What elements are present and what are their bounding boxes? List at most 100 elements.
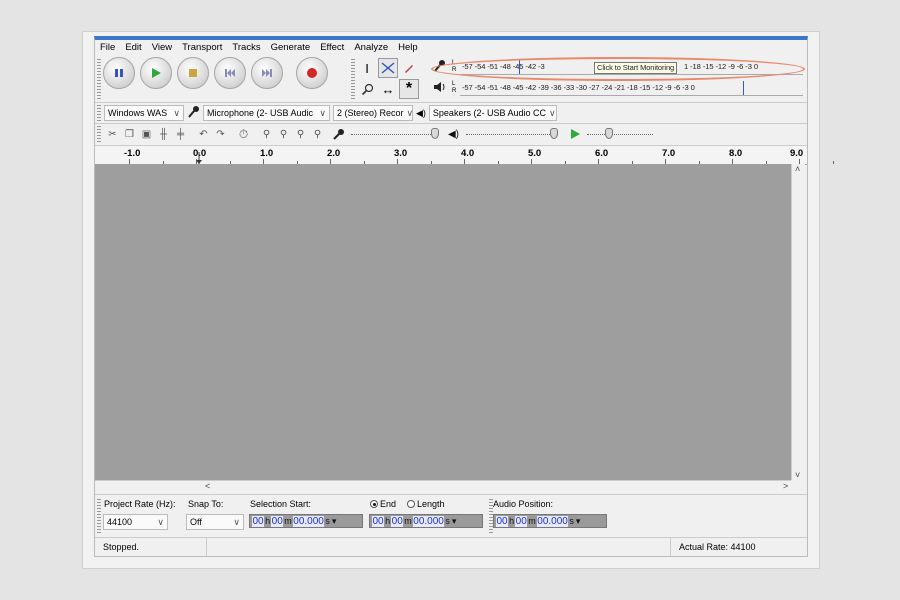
zoom-in-icon[interactable]: ⚲ [258, 126, 275, 143]
menu-tracks[interactable]: Tracks [227, 40, 265, 56]
project-rate-select[interactable]: 44100 ∨ [103, 514, 168, 530]
fit-project-icon[interactable]: ⚲ [309, 126, 326, 143]
redo-icon[interactable]: ↷ [212, 126, 229, 143]
fit-selection-icon[interactable]: ⚲ [292, 126, 309, 143]
playback-channel-labels: LR [452, 81, 460, 95]
radio-empty-icon [407, 500, 415, 508]
menu-generate[interactable]: Generate [266, 40, 316, 56]
playback-volume-slider[interactable] [466, 128, 558, 140]
recording-meter[interactable]: LR -57 -54 -51 -48 -45 -42 -3 1 -18 -15 … [428, 58, 803, 76]
skip-to-end-icon [262, 69, 272, 77]
playhead-marker[interactable] [195, 152, 203, 164]
device-toolbar: Windows WAS ∨ Microphone (2- USB Audic ∨ 2… [95, 102, 807, 124]
cut-icon[interactable]: ✂ [104, 126, 121, 143]
scroll-down-icon[interactable]: ˅ [795, 470, 800, 480]
scroll-left-icon[interactable]: < [205, 481, 210, 491]
sync-lock-icon[interactable]: ⏱ [235, 126, 252, 143]
selection-end-time[interactable]: 00 h 00 m 00.000 s ▾ [369, 514, 483, 528]
slider-thumb[interactable] [605, 128, 613, 139]
paste-icon[interactable]: ▣ [138, 126, 155, 143]
menu-effect[interactable]: Effect [315, 40, 349, 56]
copy-icon[interactable]: ❐ [121, 126, 138, 143]
audio-host-select[interactable]: Windows WAS ∨ [104, 105, 184, 121]
minutes-value: 00 [391, 515, 404, 527]
playback-speed-slider[interactable] [587, 128, 653, 140]
microphone-icon [187, 105, 200, 121]
scroll-right-icon[interactable]: > [783, 481, 788, 491]
playback-right-label: R [452, 88, 457, 94]
playback-device-select[interactable]: Speakers (2- USB Audio CC ∨ [428, 105, 557, 121]
audio-position-time[interactable]: 00 h 00 m 00.000 s ▾ [493, 514, 607, 528]
menu-transport[interactable]: Transport [177, 40, 227, 56]
hours-unit: h [509, 516, 515, 526]
pause-button[interactable] [103, 57, 135, 89]
silence-icon[interactable]: ╪ [172, 126, 189, 143]
menu-view[interactable]: View [147, 40, 177, 56]
device-grip[interactable] [97, 105, 101, 121]
ruler-label: 6.0 [595, 148, 609, 159]
skip-to-end-button[interactable] [251, 57, 283, 89]
recording-channels-select[interactable]: 2 (Stereo) Recor ∨ [333, 105, 413, 121]
vertical-scrollbar[interactable]: ˄ ˅ [791, 164, 805, 480]
chevron-down-icon: ∨ [157, 516, 164, 527]
draw-tool[interactable] [399, 58, 419, 78]
edit-grip[interactable] [97, 126, 101, 142]
recording-level-marker [519, 59, 520, 74]
record-button[interactable] [296, 57, 328, 89]
chevron-down-icon: ∨ [548, 107, 556, 118]
multi-tool[interactable]: * [399, 79, 419, 99]
tools-toolbar: I ↔ * [357, 58, 419, 99]
snap-to-label: Snap To: [188, 499, 224, 509]
status-text: Stopped. [95, 538, 207, 556]
envelope-tool[interactable] [378, 58, 398, 78]
playback-left-label: L [452, 81, 456, 87]
recording-device-select[interactable]: Microphone (2- USB Audic ∨ [203, 105, 330, 121]
selection-start-time[interactable]: 00 h 00 m 00.000 s ▾ [249, 514, 363, 528]
play-button[interactable] [140, 57, 172, 89]
minutes-value: 00 [515, 515, 528, 527]
monitor-tooltip[interactable]: Click to Start Monitoring [594, 61, 678, 74]
menu-edit[interactable]: Edit [120, 40, 146, 56]
time-shift-tool[interactable]: ↔ [378, 79, 398, 99]
timeline-ruler[interactable]: -1.0 0.0 1.0 2.0 3.0 4.0 5.0 6.0 7.0 8.0… [95, 146, 834, 165]
stop-button[interactable] [177, 57, 209, 89]
slider-thumb[interactable] [431, 128, 439, 139]
scroll-up-icon[interactable]: ˄ [795, 164, 800, 174]
menu-analyze[interactable]: Analyze [349, 40, 393, 56]
recording-device-value: Microphone (2- USB Audic [207, 108, 314, 118]
tools-grip[interactable] [351, 59, 355, 99]
end-radio-label: End [380, 499, 397, 509]
snap-to-select[interactable]: Off ∨ [186, 514, 244, 530]
trim-icon[interactable]: ╫ [155, 126, 172, 143]
selection-tool[interactable]: I [357, 58, 377, 78]
menu-help[interactable]: Help [393, 40, 423, 56]
end-radio[interactable]: End [370, 499, 396, 509]
playback-meter[interactable]: LR -57 -54 -51 -48 -45 -42 -39 -36 -33 -… [428, 79, 803, 97]
recording-volume-slider[interactable] [351, 128, 439, 140]
track-area[interactable] [95, 164, 791, 480]
magnifier-icon [361, 83, 373, 95]
horizontal-scrollbar[interactable]: < > [95, 480, 791, 494]
chevron-down-icon: ∨ [406, 107, 413, 118]
skip-to-start-button[interactable] [214, 57, 246, 89]
zoom-out-icon[interactable]: ⚲ [275, 126, 292, 143]
play-at-speed-button[interactable] [566, 126, 583, 143]
length-radio[interactable]: Length [407, 499, 445, 509]
undo-icon[interactable]: ↶ [195, 126, 212, 143]
edit-toolbar: ✂ ❐ ▣ ╫ ╪ ↶ ↷ ⏱ ⚲ ⚲ ⚲ ⚲ ◀) [95, 123, 807, 146]
menu-file[interactable]: File [95, 40, 120, 56]
hours-value: 00 [372, 515, 385, 527]
slider-thumb[interactable] [550, 128, 558, 139]
ruler-label: -1.0 [124, 148, 141, 159]
meter-channel-labels: LR [452, 60, 460, 74]
selection-grip[interactable] [97, 499, 101, 533]
transport-toolbar [103, 57, 328, 89]
chevron-down-icon: ∨ [173, 107, 180, 118]
hours-value: 00 [496, 515, 509, 527]
skip-to-start-icon [225, 69, 235, 77]
ruler-label: 3.0 [394, 148, 408, 159]
toolbar-grip[interactable] [97, 59, 101, 99]
dropdown-arrow-icon: ▾ [575, 515, 581, 526]
snap-to-value: Off [190, 517, 202, 527]
zoom-tool[interactable] [357, 79, 377, 99]
